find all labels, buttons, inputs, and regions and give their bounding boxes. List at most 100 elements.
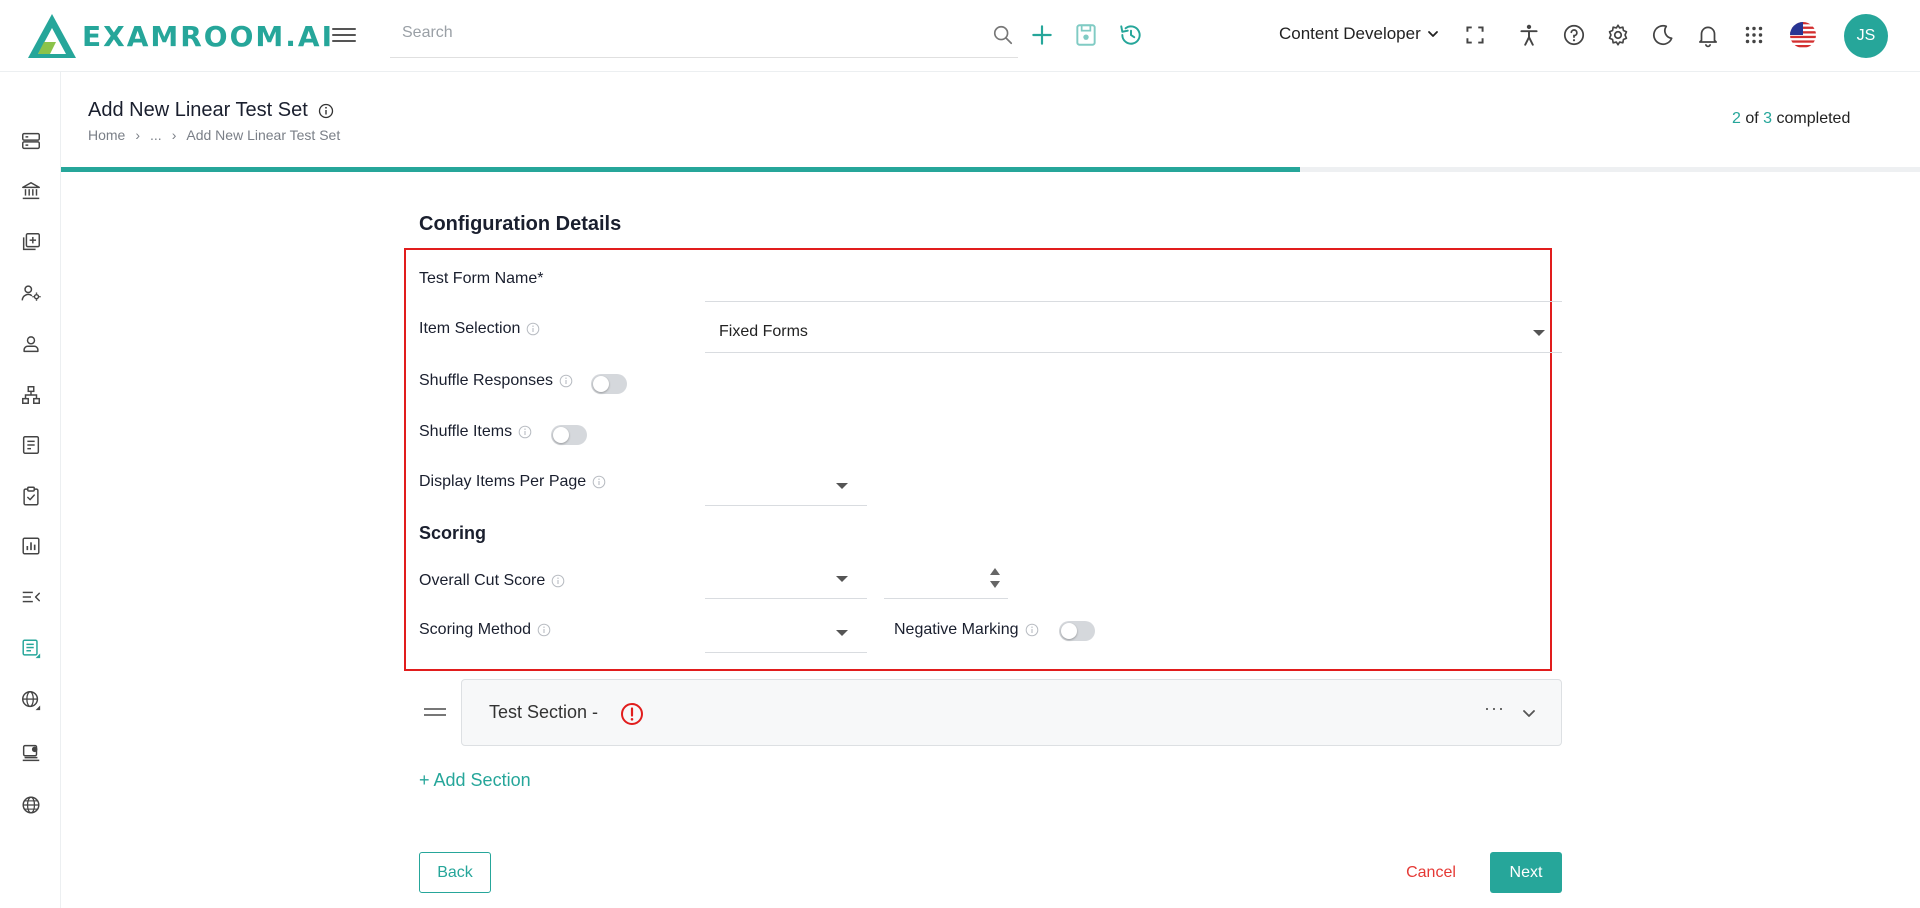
negative-marking-toggle[interactable] (1059, 621, 1095, 641)
shuffle-responses-label: Shuffle Responses (419, 372, 573, 390)
shuffle-responses-toggle[interactable] (591, 374, 627, 394)
history-icon[interactable] (1118, 22, 1144, 48)
cancel-button[interactable]: Cancel (1390, 852, 1472, 893)
shuffle-items-label: Shuffle Items (419, 423, 532, 441)
overall-cut-score-select[interactable] (705, 598, 867, 599)
page-title-text: Add New Linear Test Set (88, 99, 308, 121)
save-icon[interactable] (1073, 22, 1099, 48)
us-flag-icon[interactable] (1789, 21, 1817, 49)
role-label: Content Developer (1279, 24, 1421, 43)
expand-icon[interactable] (1462, 22, 1488, 48)
bell-icon[interactable] (1695, 22, 1721, 48)
next-button[interactable]: Next (1490, 852, 1562, 893)
display-items-per-page-select[interactable] (705, 505, 867, 506)
document-list-icon[interactable] (20, 434, 42, 456)
item-selection-value[interactable]: Fixed Forms (719, 323, 808, 341)
add-section-link[interactable]: + Add Section (419, 770, 531, 791)
scoring-method-select[interactable] (705, 652, 867, 653)
avatar[interactable]: JS (1844, 14, 1888, 58)
scoring-method-caret-icon[interactable] (836, 630, 848, 636)
item-selection-label: Item Selection (419, 320, 540, 338)
info-icon[interactable] (526, 322, 540, 336)
app-logo[interactable]: EXAMROOM.AI (26, 12, 334, 60)
item-selection-select[interactable] (705, 352, 1562, 353)
scoring-method-label-text: Scoring Method (419, 621, 532, 638)
gear-icon[interactable] (1605, 22, 1631, 48)
shuffle-responses-label-text: Shuffle Responses (419, 372, 554, 389)
chevron-down-icon[interactable] (1521, 706, 1537, 722)
test-set-icon[interactable] (20, 637, 42, 659)
search-icon[interactable] (992, 24, 1014, 46)
help-icon[interactable] (1561, 22, 1587, 48)
search-bar (390, 14, 1018, 58)
person-icon[interactable] (20, 333, 42, 355)
info-icon[interactable] (1025, 623, 1039, 637)
overall-cut-score-caret-icon[interactable] (836, 576, 848, 582)
progress-current: 2 (1732, 110, 1741, 127)
item-selection-label-text: Item Selection (419, 320, 521, 337)
globe-settings-icon[interactable] (20, 689, 42, 711)
scoring-title: Scoring (419, 523, 487, 543)
bank-icon[interactable] (20, 180, 42, 202)
role-selector[interactable]: Content Developer (1279, 24, 1439, 44)
drag-handle-icon[interactable] (424, 708, 446, 718)
progress-bar (61, 167, 1920, 172)
info-icon[interactable] (551, 574, 565, 588)
overall-cut-score-number-input[interactable] (884, 598, 1008, 599)
printer-user-icon[interactable] (20, 742, 42, 764)
user-settings-icon[interactable] (20, 282, 42, 304)
progress-total: 3 (1763, 110, 1773, 127)
breadcrumb: Home › ... › Add New Linear Test Set (88, 127, 340, 143)
number-spinner-icon[interactable] (989, 566, 1001, 590)
shuffle-items-toggle[interactable] (551, 425, 587, 445)
test-form-name-label-text: Test Form Name* (419, 270, 544, 287)
moon-icon[interactable] (1650, 22, 1676, 48)
breadcrumb-home[interactable]: Home (88, 127, 125, 143)
accessibility-icon[interactable] (1516, 22, 1542, 48)
info-icon[interactable] (518, 425, 532, 439)
negative-marking-label-text: Negative Marking (894, 621, 1019, 638)
search-input[interactable] (402, 24, 962, 42)
progress-bar-fill (61, 167, 1301, 172)
error-alert-icon (621, 703, 643, 725)
breadcrumb-ellipsis[interactable]: ... (150, 127, 162, 143)
info-icon[interactable] (318, 103, 334, 119)
library-add-icon[interactable] (20, 231, 42, 253)
add-icon[interactable] (1029, 22, 1055, 48)
apps-grid-icon[interactable] (1741, 22, 1767, 48)
chevron-down-icon (1427, 31, 1438, 37)
back-button[interactable]: Back (419, 852, 491, 893)
configuration-details-title: Configuration Details (419, 213, 622, 235)
info-icon[interactable] (537, 623, 551, 637)
info-icon[interactable] (592, 475, 606, 489)
chevron-right-icon: › (171, 127, 177, 143)
progress-of: of (1745, 110, 1759, 127)
display-items-per-page-label: Display Items Per Page (419, 473, 606, 491)
examroom-logo-icon (28, 14, 76, 58)
globe-icon[interactable] (20, 794, 42, 816)
display-items-per-page-caret-icon[interactable] (836, 483, 848, 489)
negative-marking-label: Negative Marking (894, 621, 1039, 639)
clipboard-check-icon[interactable] (20, 485, 42, 507)
hierarchy-icon[interactable] (20, 384, 42, 406)
more-options-icon[interactable]: ··· (1484, 698, 1505, 719)
progress-status: 2 of 3 completed (1732, 110, 1850, 128)
overall-cut-score-label: Overall Cut Score (419, 572, 565, 590)
menu-icon[interactable] (332, 24, 356, 46)
menu-collapse-icon[interactable] (20, 586, 42, 608)
logo-text: EXAMROOM.AI (82, 19, 335, 53)
progress-completed: completed (1776, 110, 1851, 127)
test-section-card[interactable]: Test Section - ··· (461, 679, 1562, 746)
sidebar (0, 72, 61, 908)
overall-cut-score-label-text: Overall Cut Score (419, 572, 546, 589)
test-section-title: Test Section - (489, 702, 599, 722)
shuffle-items-label-text: Shuffle Items (419, 423, 513, 440)
chevron-right-icon: › (135, 127, 141, 143)
scoring-method-label: Scoring Method (419, 621, 551, 639)
test-form-name-input[interactable] (705, 301, 1562, 302)
item-selection-caret-icon[interactable] (1533, 330, 1545, 336)
info-icon[interactable] (559, 374, 573, 388)
bar-chart-icon[interactable] (20, 535, 42, 557)
server-icon[interactable] (20, 130, 42, 152)
test-form-name-label: Test Form Name* (419, 270, 543, 288)
